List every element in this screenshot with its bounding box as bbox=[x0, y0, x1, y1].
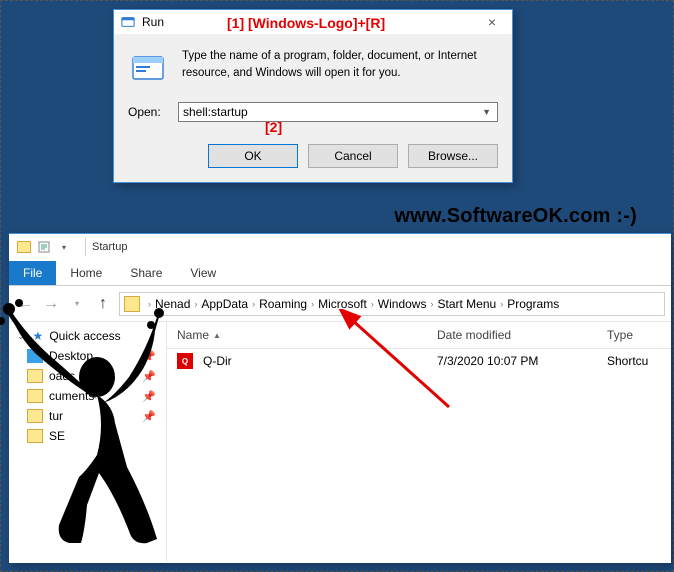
run-description: Type the name of a program, folder, docu… bbox=[182, 48, 498, 88]
explorer-sidebar: ⌄ ★ Quick access Desktop 📌 oads 📌 cument… bbox=[9, 322, 167, 562]
chevron-right-icon: › bbox=[148, 299, 151, 309]
breadcrumb[interactable]: › Nenad › AppData › Roaming › Microsoft … bbox=[119, 292, 665, 316]
sidebar-item-desktop[interactable]: Desktop 📌 bbox=[9, 346, 166, 366]
folder-icon bbox=[27, 409, 43, 423]
sidebar-item-label: tur bbox=[49, 409, 63, 423]
cell-date: 7/3/2020 10:07 PM bbox=[427, 350, 597, 372]
folder-icon bbox=[27, 369, 43, 383]
folder-icon[interactable] bbox=[15, 238, 33, 256]
folder-icon bbox=[27, 389, 43, 403]
tab-share[interactable]: Share bbox=[116, 261, 176, 285]
ok-button[interactable]: OK bbox=[208, 144, 298, 168]
table-row[interactable]: Q Q-Dir 7/3/2020 10:07 PM Shortcu bbox=[167, 349, 671, 373]
folder-icon bbox=[124, 296, 140, 312]
sidebar-label: Quick access bbox=[49, 329, 120, 343]
tab-home[interactable]: Home bbox=[56, 261, 116, 285]
sort-asc-icon: ▲ bbox=[213, 331, 221, 340]
column-name[interactable]: Name ▲ bbox=[167, 322, 427, 348]
properties-icon[interactable] bbox=[35, 238, 53, 256]
explorer-titlebar: ▾ Startup bbox=[9, 234, 671, 260]
ribbon-tabs: File Home Share View bbox=[9, 260, 671, 286]
pin-icon: 📌 bbox=[142, 410, 156, 423]
chevron-right-icon: › bbox=[194, 299, 197, 309]
pin-icon: 📌 bbox=[142, 370, 156, 383]
up-icon[interactable]: ↑ bbox=[93, 294, 113, 314]
separator bbox=[85, 238, 86, 256]
pin-icon: 📌 bbox=[142, 350, 156, 363]
qat-dropdown-icon[interactable]: ▾ bbox=[55, 238, 73, 256]
qdir-icon: Q bbox=[177, 353, 193, 369]
run-dialog: Run × Type the name of a program, folder… bbox=[113, 9, 513, 183]
breadcrumb-seg[interactable]: Roaming bbox=[259, 297, 307, 311]
breadcrumb-seg[interactable]: AppData bbox=[201, 297, 248, 311]
chevron-right-icon: › bbox=[500, 299, 503, 309]
sidebar-item[interactable]: cuments 📌 bbox=[9, 386, 166, 406]
sidebar-item-label: Desktop bbox=[49, 349, 93, 363]
chevron-down-icon[interactable]: ▼ bbox=[480, 107, 493, 117]
sidebar-item-label: oads bbox=[49, 369, 75, 383]
desktop-icon bbox=[27, 349, 43, 363]
column-type[interactable]: Type bbox=[597, 322, 671, 348]
run-button-row: OK Cancel Browse... bbox=[114, 134, 512, 182]
explorer-body: ⌄ ★ Quick access Desktop 📌 oads 📌 cument… bbox=[9, 322, 671, 562]
sidebar-item[interactable]: tur 📌 bbox=[9, 406, 166, 426]
explorer-navbar: ← → ▾ ↑ › Nenad › AppData › Roaming › Mi… bbox=[9, 286, 671, 322]
cell-type: Shortcu bbox=[597, 350, 671, 372]
sidebar-item[interactable]: oads 📌 bbox=[9, 366, 166, 386]
chevron-down-icon: ⌄ bbox=[17, 331, 25, 342]
breadcrumb-seg[interactable]: Microsoft bbox=[318, 297, 367, 311]
breadcrumb-seg[interactable]: Start Menu bbox=[437, 297, 496, 311]
chevron-right-icon: › bbox=[252, 299, 255, 309]
nav-history-icon[interactable]: ▾ bbox=[67, 294, 87, 314]
sidebar-item[interactable]: SE bbox=[9, 426, 166, 446]
run-icon bbox=[120, 14, 136, 30]
cancel-button[interactable]: Cancel bbox=[308, 144, 398, 168]
run-titlebar: Run × bbox=[114, 10, 512, 34]
run-body-icon bbox=[128, 48, 168, 88]
sidebar-item-label: SE bbox=[49, 429, 65, 443]
breadcrumb-seg[interactable]: Windows bbox=[378, 297, 427, 311]
sidebar-quick-access[interactable]: ⌄ ★ Quick access bbox=[9, 326, 166, 346]
column-label: Name bbox=[177, 328, 209, 342]
cell-name: Q Q-Dir bbox=[167, 349, 427, 373]
breadcrumb-seg[interactable]: Programs bbox=[507, 297, 559, 311]
run-open-row: Open: shell:startup ▼ bbox=[114, 94, 512, 134]
browse-button[interactable]: Browse... bbox=[408, 144, 498, 168]
open-combobox[interactable]: shell:startup ▼ bbox=[178, 102, 498, 122]
close-icon[interactable]: × bbox=[478, 14, 506, 30]
folder-icon bbox=[27, 429, 43, 443]
chevron-right-icon: › bbox=[371, 299, 374, 309]
breadcrumb-seg[interactable]: Nenad bbox=[155, 297, 190, 311]
sidebar-item-label: cuments bbox=[49, 389, 94, 403]
explorer-window: ▾ Startup File Home Share View ← → ▾ ↑ ›… bbox=[9, 233, 671, 563]
run-title: Run bbox=[142, 15, 478, 29]
pin-icon: 📌 bbox=[142, 390, 156, 403]
explorer-title: Startup bbox=[92, 241, 127, 253]
open-value: shell:startup bbox=[183, 105, 480, 119]
tab-file[interactable]: File bbox=[9, 261, 56, 285]
column-date[interactable]: Date modified bbox=[427, 322, 597, 348]
tab-view[interactable]: View bbox=[176, 261, 230, 285]
open-label: Open: bbox=[128, 105, 168, 119]
run-body: Type the name of a program, folder, docu… bbox=[114, 34, 512, 94]
star-icon: ★ bbox=[33, 329, 44, 343]
file-name: Q-Dir bbox=[203, 354, 232, 368]
file-list: Name ▲ Date modified Type Q Q-Dir 7/3/202… bbox=[167, 322, 671, 562]
chevron-right-icon: › bbox=[430, 299, 433, 309]
quick-access-toolbar: ▾ bbox=[9, 238, 79, 256]
chevron-right-icon: › bbox=[311, 299, 314, 309]
watermark-text: www.SoftwareOK.com :-) bbox=[394, 205, 637, 228]
back-icon[interactable]: ← bbox=[15, 294, 35, 314]
list-header: Name ▲ Date modified Type bbox=[167, 322, 671, 349]
forward-icon[interactable]: → bbox=[41, 294, 61, 314]
